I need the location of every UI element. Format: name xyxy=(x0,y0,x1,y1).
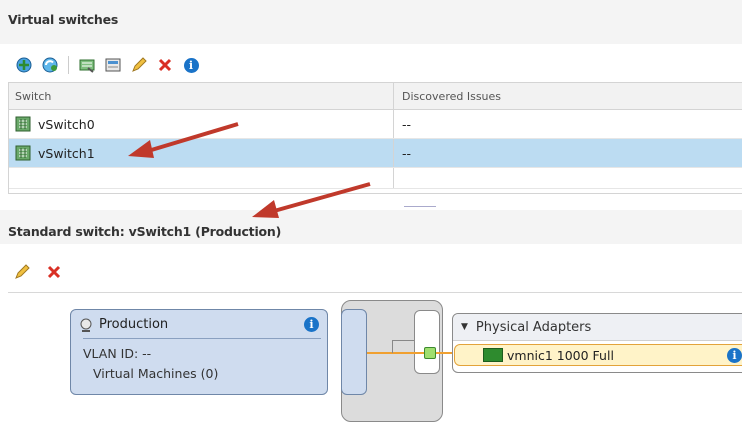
portgroup-info-icon[interactable]: i xyxy=(304,317,319,332)
refresh-icon[interactable] xyxy=(40,55,60,75)
portgroup-production[interactable]: Production i VLAN ID: -- Virtual Machine… xyxy=(70,309,328,395)
switch-icon xyxy=(15,145,31,161)
virtual-switches-title: Virtual switches xyxy=(8,12,119,27)
physical-adapters-header[interactable]: ▼ Physical Adapters xyxy=(453,314,742,341)
physical-adapter-row[interactable]: vmnic1 1000 Full i xyxy=(454,344,742,366)
physical-adapters-panel: ▼ Physical Adapters vmnic1 1000 Full i xyxy=(452,313,742,373)
adapter-info-icon[interactable]: i xyxy=(727,348,742,363)
info-icon[interactable]: i xyxy=(181,55,201,75)
migrate-adapter-icon[interactable] xyxy=(77,55,97,75)
table-header: Switch Discovered Issues xyxy=(9,83,742,110)
portgroup-icon xyxy=(80,318,92,332)
standard-switch-title: Standard switch: vSwitch1 (Production) xyxy=(8,224,282,239)
collapse-triangle-icon[interactable]: ▼ xyxy=(461,322,468,332)
link-line xyxy=(436,352,453,354)
divider xyxy=(8,292,742,293)
vswitch-toolbar: i xyxy=(14,54,201,76)
link-line-stub xyxy=(392,340,393,353)
manage-adapters-icon[interactable] xyxy=(103,55,123,75)
issues-cell: -- xyxy=(402,145,412,161)
annotation-arrow xyxy=(252,182,371,218)
table-row-selected[interactable]: vSwitch1 -- xyxy=(9,139,742,168)
uplink-port-icon xyxy=(424,347,436,359)
annotation-arrow xyxy=(128,122,239,158)
edit-icon[interactable] xyxy=(129,55,149,75)
portgroup-name: Production xyxy=(99,317,169,332)
add-networking-icon[interactable] xyxy=(14,55,34,75)
portgroup-vms: Virtual Machines (0) xyxy=(93,366,219,381)
table-row[interactable]: vSwitch0 -- xyxy=(9,110,742,139)
link-line xyxy=(367,352,424,354)
switch-uplink-side xyxy=(414,310,440,374)
switch-name: vSwitch1 xyxy=(38,145,95,161)
portgroup-divider xyxy=(83,338,321,339)
remove-icon[interactable] xyxy=(44,262,64,282)
portgroup-header: Production i xyxy=(71,310,327,332)
physical-adapter-text: vmnic1 1000 Full xyxy=(507,347,614,363)
column-header-discovered-issues[interactable]: Discovered Issues xyxy=(394,83,742,109)
switch-portgroup-side xyxy=(341,309,367,395)
empty-cell xyxy=(394,168,742,188)
remove-icon[interactable] xyxy=(155,55,175,75)
switch-icon xyxy=(15,116,31,132)
issues-cell: -- xyxy=(402,116,412,132)
column-header-switch[interactable]: Switch xyxy=(9,83,394,109)
edit-icon[interactable] xyxy=(12,262,32,282)
link-line-stub xyxy=(392,340,414,341)
portgroup-vlan: VLAN ID: -- xyxy=(83,346,152,361)
switch-name: vSwitch0 xyxy=(38,116,95,132)
nic-icon xyxy=(483,348,503,362)
physical-adapters-label: Physical Adapters xyxy=(475,319,592,335)
detail-toolbar xyxy=(12,262,64,282)
toolbar-separator xyxy=(68,56,69,74)
